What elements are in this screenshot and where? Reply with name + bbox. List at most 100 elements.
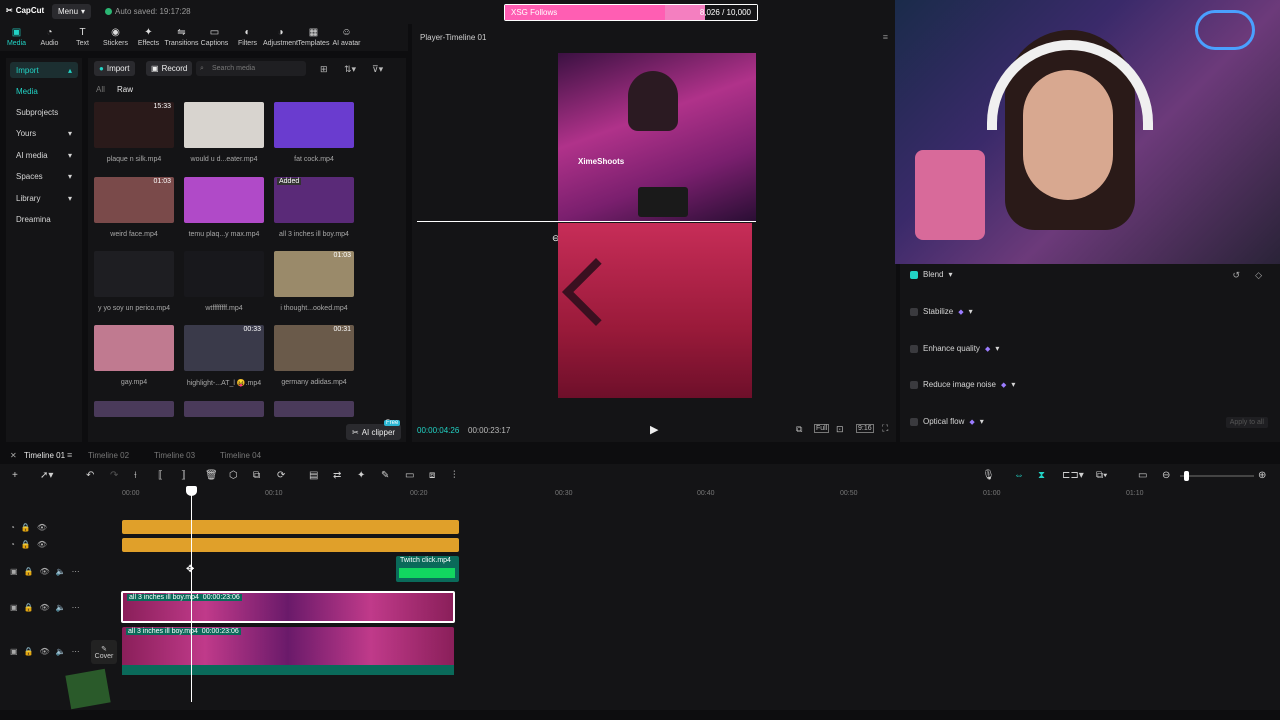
link-icon[interactable]: ⇔ — [1014, 470, 1024, 481]
mute-icon[interactable]: 🔈 — [56, 647, 66, 656]
sidebar-item-spaces[interactable]: Spaces ▾ — [10, 168, 78, 184]
tool-adjustment[interactable]: ◑ Adjustment — [263, 24, 298, 51]
ai-clipper-button[interactable]: ✂ AI clipper — [346, 424, 402, 440]
tool-filters[interactable]: ◐ Filters — [231, 24, 264, 51]
filter-raw-tab[interactable]: Raw — [117, 85, 133, 94]
microphone-icon[interactable]: 🎙 — [982, 470, 995, 481]
lock-icon[interactable]: 🔒 — [24, 567, 34, 576]
optical-flow-checkbox[interactable] — [910, 417, 918, 426]
tool-templates[interactable]: ▦ Templates — [297, 24, 330, 51]
optical-flow-row[interactable]: Optical flow ◆ ▾ — [910, 417, 984, 426]
media-thumbnail[interactable] — [184, 102, 264, 148]
trim-left-icon[interactable]: ⟦ — [158, 470, 163, 481]
cover-button[interactable]: ✎ Cover — [91, 640, 117, 664]
freeze-icon[interactable]: ▤ — [309, 470, 318, 481]
zoom-in-icon[interactable]: ⊕ — [1258, 470, 1266, 481]
playhead[interactable] — [191, 488, 192, 702]
sidebar-item-media[interactable]: Media — [10, 83, 78, 99]
media-thumbnail[interactable]: 00:31 — [274, 325, 354, 371]
video-preview-top[interactable]: XimeShoots — [558, 53, 756, 221]
audio-wave-icon[interactable]: ⫶ — [453, 470, 456, 481]
lock-icon[interactable]: 🔒 — [24, 603, 34, 612]
media-thumbnail[interactable]: 01:03 — [94, 177, 174, 223]
sidebar-item-library[interactable]: Library ▾ — [10, 190, 78, 206]
delete-icon[interactable]: 🗑 — [205, 470, 218, 481]
search-input[interactable]: ⌕ Search media — [196, 61, 306, 76]
sort-icon[interactable]: ⇅▾ — [344, 64, 356, 75]
media-thumbnail[interactable] — [94, 251, 174, 297]
text-clip[interactable] — [122, 520, 459, 534]
select-tool-icon[interactable]: ➚▾ — [40, 470, 53, 481]
playhead-handle[interactable] — [186, 486, 197, 496]
record-button[interactable]: ▣ Record — [146, 61, 193, 76]
auto-reframe-icon[interactable]: ✦ — [357, 470, 365, 481]
add-track-icon[interactable]: + — [12, 470, 18, 481]
filter-all-tab[interactable]: All — [96, 85, 105, 94]
tool-captions[interactable]: ▭ Captions — [198, 24, 231, 51]
media-thumbnail[interactable] — [94, 401, 174, 417]
play-icon[interactable]: ▶ — [650, 423, 658, 436]
menu-button[interactable]: Menu ▾ — [52, 4, 92, 19]
media-thumbnail[interactable] — [184, 177, 264, 223]
main-video-clip[interactable]: all 3 inches ill boy.mp4 00:00:23:06 — [121, 591, 455, 623]
stabilize-checkbox[interactable] — [910, 307, 918, 316]
audio-toggle-icon[interactable]: ◔ — [10, 523, 15, 532]
media-thumbnail[interactable] — [184, 251, 264, 297]
mask-icon[interactable]: ⬡ — [229, 470, 238, 481]
screenshot-icon[interactable]: ⊡ — [836, 424, 844, 435]
media-thumbnail[interactable]: 15:33 — [94, 102, 174, 148]
blend-row[interactable]: Blend ▾ — [910, 270, 952, 279]
subtitle-icon[interactable]: ▭ — [1138, 470, 1147, 481]
mute-icon[interactable]: 🔈 — [56, 567, 66, 576]
mute-icon[interactable]: 🔈 — [56, 603, 66, 612]
sidebar-item-subprojects[interactable]: Subprojects — [10, 104, 78, 120]
sidebar-item-dreamina[interactable]: Dreamina — [10, 211, 78, 227]
tool-effects[interactable]: ✦ Effects — [132, 24, 165, 51]
crop-icon[interactable]: ⧉ — [253, 470, 260, 481]
tool-text[interactable]: T Text — [66, 24, 99, 51]
sidebar-item-yours[interactable]: Yours ▾ — [10, 125, 78, 141]
zoom-slider[interactable] — [1180, 471, 1254, 481]
tab-timeline-01[interactable]: Timeline 01 — [24, 451, 65, 460]
redo-icon[interactable]: ↷ — [110, 470, 118, 481]
reverse-icon[interactable]: ⇄ — [333, 470, 341, 481]
more-icon[interactable]: ⋯ — [72, 567, 80, 576]
magic-icon[interactable]: ✎ — [381, 470, 389, 481]
player-menu-icon[interactable]: ≡ — [883, 32, 888, 42]
undo-icon[interactable]: ↶ — [86, 470, 94, 481]
zoom-slider-handle[interactable] — [1184, 471, 1189, 481]
lock-icon[interactable]: 🔒 — [21, 523, 31, 532]
import-button[interactable]: ● Import — [94, 61, 135, 76]
apply-to-all-button[interactable]: Apply to all — [1225, 417, 1268, 428]
split-icon[interactable]: ⟊ — [134, 470, 137, 481]
tool-stickers[interactable]: ◉ Stickers — [99, 24, 132, 51]
visibility-icon[interactable]: 👁 — [40, 567, 50, 576]
visibility-icon[interactable]: 👁 — [37, 540, 47, 549]
tool-audio[interactable]: ◔ Audio — [33, 24, 66, 51]
tool-media[interactable]: ▣ Media — [0, 24, 33, 51]
transition-icon[interactable]: ⧈ — [429, 470, 435, 481]
enhance-quality-row[interactable]: Enhance quality ◆ ▾ — [910, 344, 999, 353]
enhance-quality-checkbox[interactable] — [910, 344, 918, 353]
more-icon[interactable]: ⋯ — [72, 603, 80, 612]
tool-transitions[interactable]: ⇋ Transitions — [165, 24, 199, 51]
lock-icon[interactable]: 🔒 — [24, 647, 34, 656]
tab-timeline-02[interactable]: Timeline 02 — [88, 451, 129, 460]
fullscreen-icon[interactable]: ⛶ — [882, 423, 888, 434]
tab-timeline-04[interactable]: Timeline 04 — [220, 451, 261, 460]
media-thumbnail[interactable]: Added — [274, 177, 354, 223]
captions-icon[interactable]: ▭ — [405, 470, 414, 481]
media-thumbnail[interactable] — [94, 325, 174, 371]
layout-icon[interactable]: ⧉▾ — [1096, 470, 1107, 481]
media-thumbnail[interactable] — [274, 102, 354, 148]
twitch-click-clip[interactable]: Twitch click.mp4 — [396, 556, 459, 582]
text-clip[interactable] — [122, 538, 459, 552]
ratio-button[interactable]: 9:16 — [856, 424, 874, 433]
more-icon[interactable]: ⋯ — [72, 647, 80, 656]
blend-checkbox[interactable] — [910, 270, 918, 279]
full-button[interactable]: Full — [814, 424, 830, 433]
stabilize-row[interactable]: Stabilize ◆ ▾ — [910, 307, 973, 316]
crop-icon[interactable]: ⧉ — [796, 424, 802, 435]
main-track-clip[interactable]: all 3 inches ill boy.mp4 00:00:23:06 — [122, 627, 454, 675]
reset-icon[interactable]: ↺ — [1232, 270, 1240, 281]
